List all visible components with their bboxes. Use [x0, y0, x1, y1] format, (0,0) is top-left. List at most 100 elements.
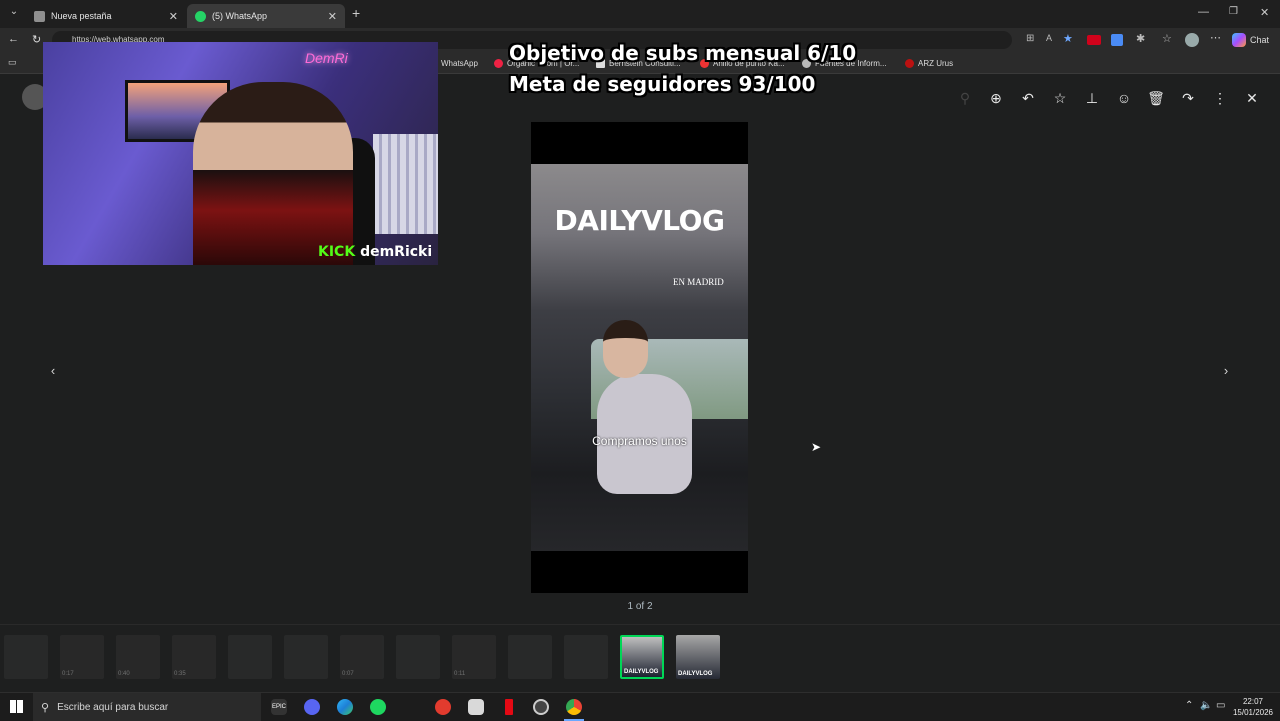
- kick-username-label: KICK demRicki: [318, 244, 432, 260]
- media-counter: 1 of 2: [627, 601, 653, 612]
- bookmark-whatsapp[interactable]: WhatsApp: [441, 52, 478, 74]
- extension-icon[interactable]: [1111, 34, 1123, 46]
- pin-icon[interactable]: ⊥: [1082, 88, 1102, 108]
- tab-whatsapp[interactable]: (5) WhatsApp ✕: [187, 4, 345, 28]
- thumbnail[interactable]: 0:11: [452, 635, 496, 679]
- emoji-icon[interactable]: ☺: [1114, 88, 1134, 108]
- thumbnail-duration: 0:40: [118, 671, 130, 677]
- close-tab-icon[interactable]: ✕: [169, 10, 178, 23]
- search-placeholder: Escribe aquí para buscar: [57, 701, 169, 713]
- thumbnail-title: DAILYVLOG: [678, 671, 713, 677]
- previous-media-button[interactable]: ‹: [41, 358, 65, 382]
- netflix-icon[interactable]: [505, 699, 513, 715]
- close-tab-icon[interactable]: ✕: [328, 10, 337, 23]
- extensions-puzzle-icon[interactable]: ✱: [1136, 32, 1145, 45]
- thumbnail-duration: 0:07: [342, 671, 354, 677]
- more-icon[interactable]: ⋮: [1210, 88, 1230, 108]
- new-tab-button[interactable]: +: [352, 5, 360, 21]
- delete-icon[interactable]: 🗑: [1146, 88, 1166, 108]
- radiator-image: [373, 134, 438, 234]
- chrome-icon[interactable]: [566, 699, 582, 715]
- steam-icon[interactable]: [533, 699, 549, 715]
- stream-goals-overlay: Objetivo de subs mensual 6/10 Meta de se…: [509, 38, 856, 100]
- thumbnail[interactable]: DAILYVLOG: [676, 635, 720, 679]
- video-title-overlay: DAILYVLOG: [554, 204, 725, 237]
- video-player[interactable]: DAILYVLOG EN MADRID Compramos unos: [531, 122, 748, 593]
- edge-icon[interactable]: [337, 699, 353, 715]
- star-icon[interactable]: ☆: [1050, 88, 1070, 108]
- profile-avatar[interactable]: [1185, 33, 1199, 47]
- tab-label: Nueva pestaña: [51, 11, 112, 21]
- thumbnail[interactable]: [508, 635, 552, 679]
- chevron-left-icon: ‹: [50, 362, 56, 378]
- clock-time: 22:07: [1242, 697, 1264, 706]
- kick-logo-text: KICK: [318, 244, 356, 260]
- zoom-in-icon[interactable]: ⊕: [986, 88, 1006, 108]
- reload-icon[interactable]: ↻: [32, 33, 41, 46]
- app-icon[interactable]: ⊞: [1026, 33, 1034, 44]
- thumbnail[interactable]: [228, 635, 272, 679]
- sidebar-toggle-icon[interactable]: ▭: [8, 57, 17, 68]
- bookmark-arz-urus[interactable]: ARZ Urus: [905, 52, 953, 74]
- thumbnail-duration: 0:35: [174, 671, 186, 677]
- favorites-icon[interactable]: ☆: [1162, 32, 1172, 45]
- subs-goal-text: Objetivo de subs mensual 6/10: [509, 41, 857, 65]
- app-red-icon[interactable]: [435, 699, 451, 715]
- thumbnail[interactable]: 0:17: [60, 635, 104, 679]
- webcam-overlay: DemRi KICK demRicki: [43, 42, 438, 265]
- thumbnail[interactable]: 0:40: [116, 635, 160, 679]
- bookmark-favicon-icon: [905, 58, 914, 68]
- spotify-icon[interactable]: [370, 699, 386, 715]
- discord-icon[interactable]: [304, 699, 320, 715]
- new-tab-favicon-icon: [34, 10, 45, 22]
- thumbnail[interactable]: [396, 635, 440, 679]
- windows-start-icon[interactable]: [10, 700, 23, 713]
- thumbnail-selected[interactable]: DAILYVLOG: [620, 635, 664, 679]
- adblock-icon[interactable]: [1087, 35, 1101, 45]
- whatsapp-favicon-icon: [195, 10, 206, 22]
- windows-taskbar: ⚲ Escribe aquí para buscar EPIC ⌃ 🔈 ▭ 22…: [0, 692, 1280, 721]
- reply-icon[interactable]: ↶: [1018, 88, 1038, 108]
- thumbnail[interactable]: [284, 635, 328, 679]
- video-subtitle-overlay: EN MADRID: [673, 277, 724, 287]
- search-icon: ⚲: [41, 701, 50, 714]
- thumbnail[interactable]: [564, 635, 608, 679]
- favorite-star-icon[interactable]: ★: [1063, 32, 1073, 45]
- bookmark-label: ARZ Urus: [918, 58, 954, 68]
- copilot-chat-button[interactable]: Chat: [1232, 31, 1269, 49]
- tab-label: (5) WhatsApp: [212, 11, 268, 21]
- thumbnail-duration: 0:11: [454, 671, 466, 677]
- close-icon[interactable]: ✕: [1242, 88, 1262, 108]
- thumbnail[interactable]: [4, 635, 48, 679]
- neon-sign: DemRi: [305, 50, 348, 66]
- next-media-button[interactable]: ›: [1214, 358, 1238, 382]
- chevron-right-icon: ›: [1223, 362, 1229, 378]
- app-white-icon[interactable]: [468, 699, 484, 715]
- forward-icon[interactable]: ↷: [1178, 88, 1198, 108]
- back-icon[interactable]: ←: [8, 33, 19, 45]
- tray-chevron-up-icon[interactable]: ⌃: [1185, 700, 1193, 711]
- settings-more-icon[interactable]: ⋯: [1210, 31, 1221, 44]
- minimize-icon[interactable]: —: [1198, 6, 1209, 18]
- person-head-image: [603, 320, 648, 378]
- browser-tab-bar: ⌄ Nueva pestaña ✕ (5) WhatsApp ✕ + — ❐ ✕: [0, 0, 1280, 28]
- video-caption: Compramos unos: [592, 434, 687, 448]
- copilot-icon: [1232, 33, 1246, 47]
- taskbar-search-box[interactable]: ⚲ Escribe aquí para buscar: [33, 693, 261, 721]
- tab-list-button[interactable]: ⌄: [6, 6, 22, 22]
- taskbar-clock[interactable]: 22:07 15/01/2026: [1230, 696, 1276, 718]
- restore-icon[interactable]: ❐: [1229, 6, 1238, 17]
- thumbnail[interactable]: 0:35: [172, 635, 216, 679]
- volume-icon[interactable]: 🔈: [1200, 700, 1212, 711]
- read-aloud-icon[interactable]: A: [1046, 33, 1052, 43]
- followers-goal-text: Meta de seguidores 93/100: [509, 72, 816, 96]
- chat-label: Chat: [1250, 35, 1270, 45]
- window-close-icon[interactable]: ✕: [1260, 6, 1269, 19]
- network-icon[interactable]: ▭: [1216, 700, 1225, 711]
- tab-nueva-pestana[interactable]: Nueva pestaña ✕: [26, 4, 186, 28]
- thumbnail[interactable]: 0:07: [340, 635, 384, 679]
- streamer-image: [193, 82, 353, 265]
- thumbnail-title: DAILYVLOG: [624, 669, 659, 675]
- zoom-out-icon[interactable]: ⚲: [955, 88, 975, 108]
- epic-games-icon[interactable]: EPIC: [271, 699, 287, 715]
